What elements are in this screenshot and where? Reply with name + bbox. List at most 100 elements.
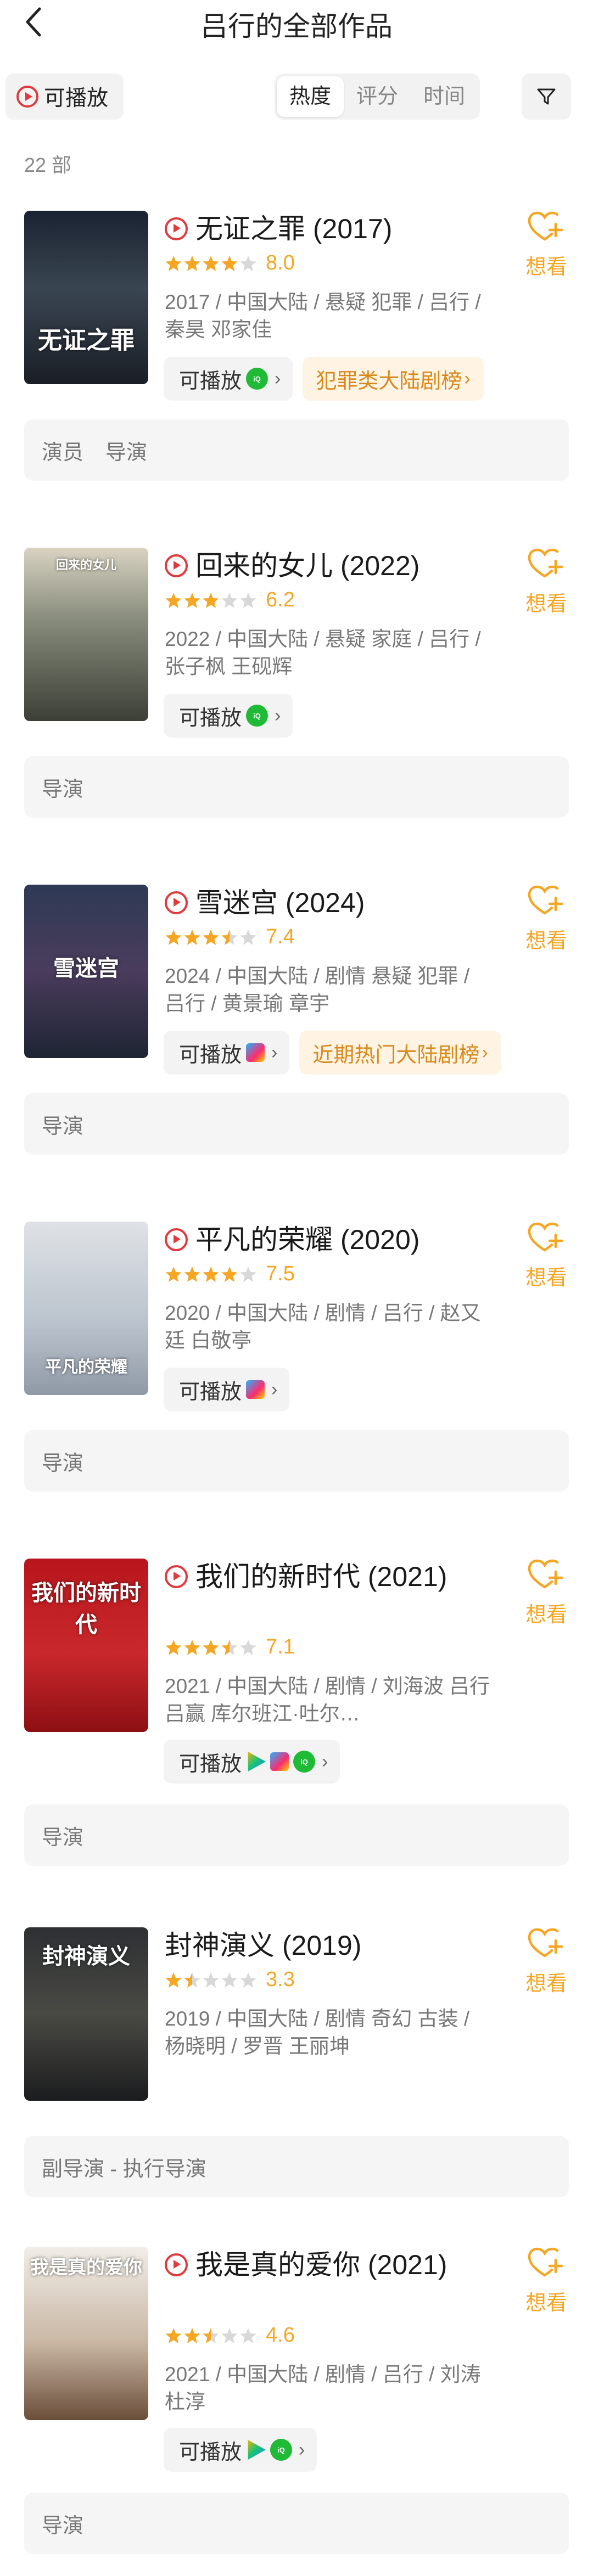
play-icon bbox=[16, 86, 38, 108]
youku-icon bbox=[246, 1380, 265, 1399]
role-box: 副导演 - 执行导演 bbox=[24, 2136, 569, 2197]
star-rating bbox=[165, 2327, 257, 2344]
work-title[interactable]: 平凡的荣耀 (2020) bbox=[165, 1222, 494, 1258]
rank-label: 犯罪类大陆剧榜 bbox=[316, 369, 462, 393]
rating-row: 8.0 bbox=[165, 251, 295, 275]
work-title-text: 无证之罪 (2017) bbox=[195, 213, 393, 244]
heart-plus-icon bbox=[528, 548, 563, 578]
tab-rating[interactable]: 评分 bbox=[344, 76, 411, 117]
iqiyi-icon: iQ bbox=[293, 1751, 316, 1773]
want-to-watch-label: 想看 bbox=[525, 593, 567, 616]
rating-value: 7.5 bbox=[266, 1262, 295, 1285]
work-title[interactable]: 无证之罪 (2017) bbox=[165, 211, 494, 247]
work-title[interactable]: 封神演义 (2019) bbox=[165, 1927, 494, 1964]
want-to-watch-label: 想看 bbox=[525, 1604, 567, 1627]
tab-hot[interactable]: 热度 bbox=[277, 76, 344, 117]
play-button-label: 可播放 bbox=[179, 1752, 242, 1776]
poster-image[interactable]: 封神演义 bbox=[24, 1927, 148, 2101]
star-rating bbox=[165, 592, 257, 609]
play-button[interactable]: 可播放 iQ › bbox=[164, 357, 293, 401]
poster-title: 封神演义 bbox=[42, 1943, 130, 1969]
poster-title: 雪迷宫 bbox=[53, 955, 119, 981]
poster-image[interactable]: 平凡的荣耀 bbox=[24, 1222, 148, 1395]
play-button-label: 可播放 bbox=[179, 1380, 242, 1404]
poster-image[interactable]: 我们的新时代 bbox=[24, 1559, 148, 1732]
chevron-right-icon: › bbox=[271, 1379, 278, 1400]
iqiyi-icon: iQ bbox=[246, 368, 268, 390]
tab-time[interactable]: 时间 bbox=[411, 76, 478, 117]
work-meta: 2017 / 中国大陆 / 悬疑 犯罪 / 吕行 / 秦昊 邓家佳 bbox=[165, 291, 481, 341]
star-rating bbox=[165, 255, 257, 272]
rating-row: 7.1 bbox=[165, 1635, 295, 1659]
play-icon bbox=[165, 891, 188, 914]
role-label: 导演 bbox=[42, 2514, 84, 2538]
want-to-watch-button[interactable]: 想看 bbox=[522, 548, 571, 617]
work-meta: 2020 / 中国大陆 / 剧情 / 吕行 / 赵又廷 白敬亭 bbox=[165, 1302, 481, 1352]
playable-filter-chip[interactable]: 可播放 bbox=[5, 74, 124, 120]
poster-image[interactable]: 无证之罪 bbox=[24, 211, 148, 384]
play-button[interactable]: 可播放 iQ › bbox=[164, 694, 293, 738]
action-row: 可播放 iQ › 犯罪类大陆剧榜 › bbox=[164, 357, 484, 401]
poster-image[interactable]: 雪迷宫 bbox=[24, 885, 148, 1058]
rank-label: 近期热门大陆剧榜 bbox=[312, 1043, 480, 1067]
iqiyi-icon: iQ bbox=[246, 705, 268, 727]
work-title[interactable]: 我们的新时代 (2021) bbox=[165, 1559, 494, 1595]
youku-icon bbox=[270, 1752, 289, 1771]
chevron-right-icon: › bbox=[482, 1042, 488, 1063]
work-meta: 2021 / 中国大陆 / 剧情 / 刘海波 吕行 吕赢 库尔班江·吐尔… bbox=[165, 1675, 490, 1725]
want-to-watch-button[interactable]: 想看 bbox=[522, 2247, 571, 2316]
want-to-watch-button[interactable]: 想看 bbox=[522, 1927, 571, 1996]
action-row: 可播放 › bbox=[164, 1368, 290, 1411]
action-row: 可播放 iQ › bbox=[164, 1740, 340, 1784]
rating-value: 4.6 bbox=[266, 2324, 295, 2347]
play-button[interactable]: 可播放 › bbox=[164, 1031, 290, 1075]
rating-row: 4.6 bbox=[165, 2324, 295, 2347]
role-box: 导演 bbox=[24, 2493, 569, 2554]
chevron-right-icon: › bbox=[275, 705, 281, 726]
rating-value: 7.4 bbox=[266, 925, 295, 948]
rank-badge-button[interactable]: 近期热门大陆剧榜 › bbox=[299, 1031, 501, 1075]
play-icon bbox=[165, 1228, 188, 1251]
filter-bar: 可播放 热度 评分 时间 bbox=[0, 69, 593, 122]
play-button-label: 可播放 bbox=[179, 706, 242, 730]
poster-title: 我们的新时代 bbox=[31, 1580, 141, 1638]
play-icon bbox=[165, 2253, 188, 2276]
work-meta: 2019 / 中国大陆 / 剧情 奇幻 古装 / 杨晓明 / 罗晋 王丽坤 bbox=[165, 2007, 470, 2057]
tencent-video-icon bbox=[248, 2440, 266, 2460]
role-box: 导演 bbox=[24, 1804, 569, 1866]
want-to-watch-button[interactable]: 想看 bbox=[522, 1222, 571, 1291]
role-label: 导演 bbox=[105, 441, 148, 464]
youku-icon bbox=[246, 1043, 265, 1062]
play-button[interactable]: 可播放 › bbox=[164, 1368, 290, 1411]
rating-value: 3.3 bbox=[266, 1968, 295, 1991]
want-to-watch-button[interactable]: 想看 bbox=[522, 1559, 571, 1628]
chevron-right-icon: › bbox=[464, 368, 471, 389]
play-icon bbox=[165, 1565, 188, 1588]
star-rating bbox=[165, 929, 257, 946]
play-button[interactable]: 可播放 iQ › bbox=[164, 2428, 317, 2472]
rating-row: 6.2 bbox=[165, 588, 295, 612]
poster-image[interactable]: 回来的女儿 bbox=[24, 548, 148, 721]
role-box: 演员 导演 bbox=[24, 419, 569, 481]
work-title-text: 封神演义 (2019) bbox=[165, 1930, 362, 1961]
work-title[interactable]: 回来的女儿 (2022) bbox=[165, 548, 494, 584]
iqiyi-icon: iQ bbox=[270, 2439, 293, 2461]
heart-plus-icon bbox=[528, 1559, 563, 1589]
play-button[interactable]: 可播放 iQ › bbox=[164, 1740, 340, 1784]
want-to-watch-button[interactable]: 想看 bbox=[522, 211, 571, 280]
heart-plus-icon bbox=[528, 2247, 563, 2277]
work-title-text: 我们的新时代 (2021) bbox=[195, 1561, 447, 1592]
work-title[interactable]: 我是真的爱你 (2021) bbox=[165, 2247, 494, 2283]
work-meta: 2024 / 中国大陆 / 剧情 悬疑 犯罪 / 吕行 / 黄景瑜 章宇 bbox=[165, 965, 470, 1015]
top-bar: 吕行的全部作品 bbox=[0, 0, 593, 44]
want-to-watch-button[interactable]: 想看 bbox=[522, 885, 571, 954]
funnel-icon bbox=[537, 88, 556, 105]
filter-button[interactable] bbox=[522, 74, 571, 120]
rank-badge-button[interactable]: 犯罪类大陆剧榜 › bbox=[303, 357, 484, 401]
rating-row: 7.5 bbox=[165, 1262, 295, 1286]
poster-title: 平凡的荣耀 bbox=[45, 1358, 127, 1377]
work-title-text: 雪迷宫 (2024) bbox=[195, 887, 365, 918]
work-title[interactable]: 雪迷宫 (2024) bbox=[165, 885, 494, 921]
poster-image[interactable]: 我是真的爱你 bbox=[24, 2247, 148, 2420]
poster-title: 回来的女儿 bbox=[55, 558, 116, 572]
